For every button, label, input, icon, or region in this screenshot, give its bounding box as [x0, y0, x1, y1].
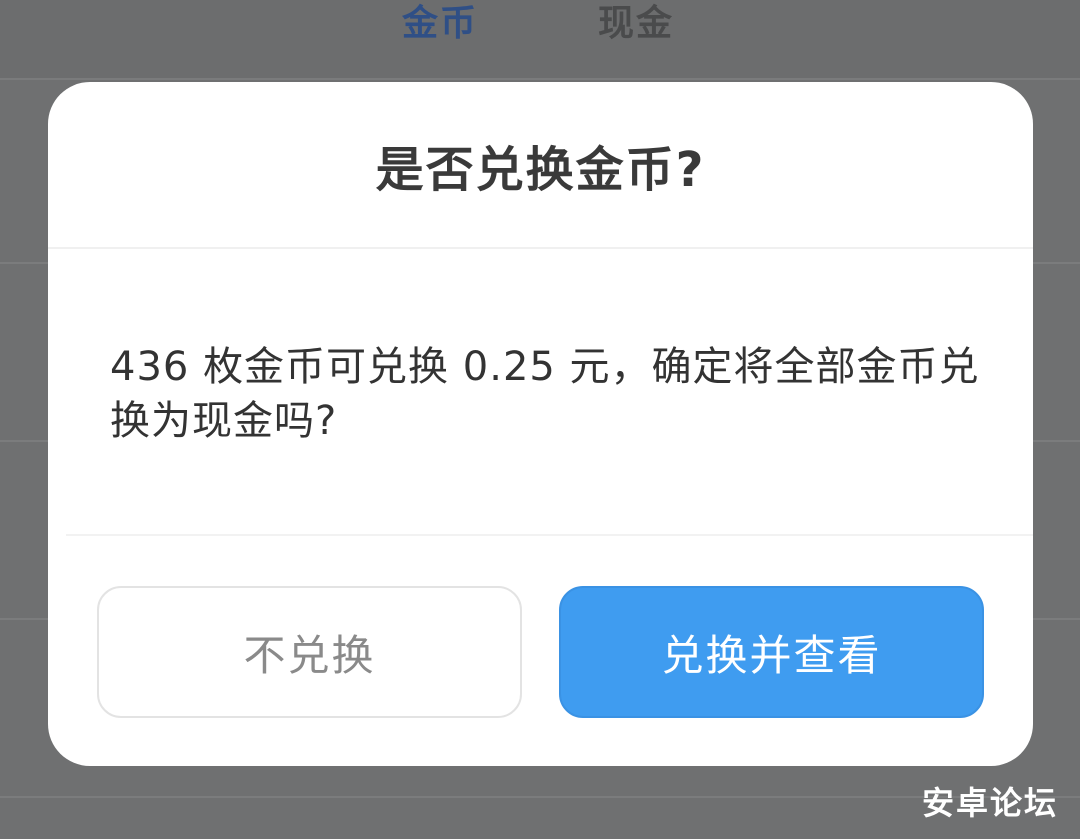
dialog-message: 436 枚金币可兑换 0.25 元，确定将全部金币兑换为现金吗? [110, 344, 980, 444]
tab-cash[interactable]: 现金 [598, 0, 674, 46]
dialog-title: 是否兑换金币? [375, 142, 706, 198]
button-divider [66, 534, 1033, 536]
background-divider [0, 796, 1080, 798]
confirm-exchange-button[interactable]: 兑换并查看 [559, 586, 984, 718]
title-divider [48, 247, 1033, 249]
background-tab-bar: 金币 现金 [0, 0, 1080, 80]
watermark-text: 安卓论坛 [921, 784, 1058, 822]
exchange-dialog: 是否兑换金币? 436 枚金币可兑换 0.25 元，确定将全部金币兑换为现金吗?… [48, 82, 1033, 766]
tab-coins[interactable]: 金币 [402, 0, 478, 46]
cancel-button[interactable]: 不兑换 [97, 586, 522, 718]
